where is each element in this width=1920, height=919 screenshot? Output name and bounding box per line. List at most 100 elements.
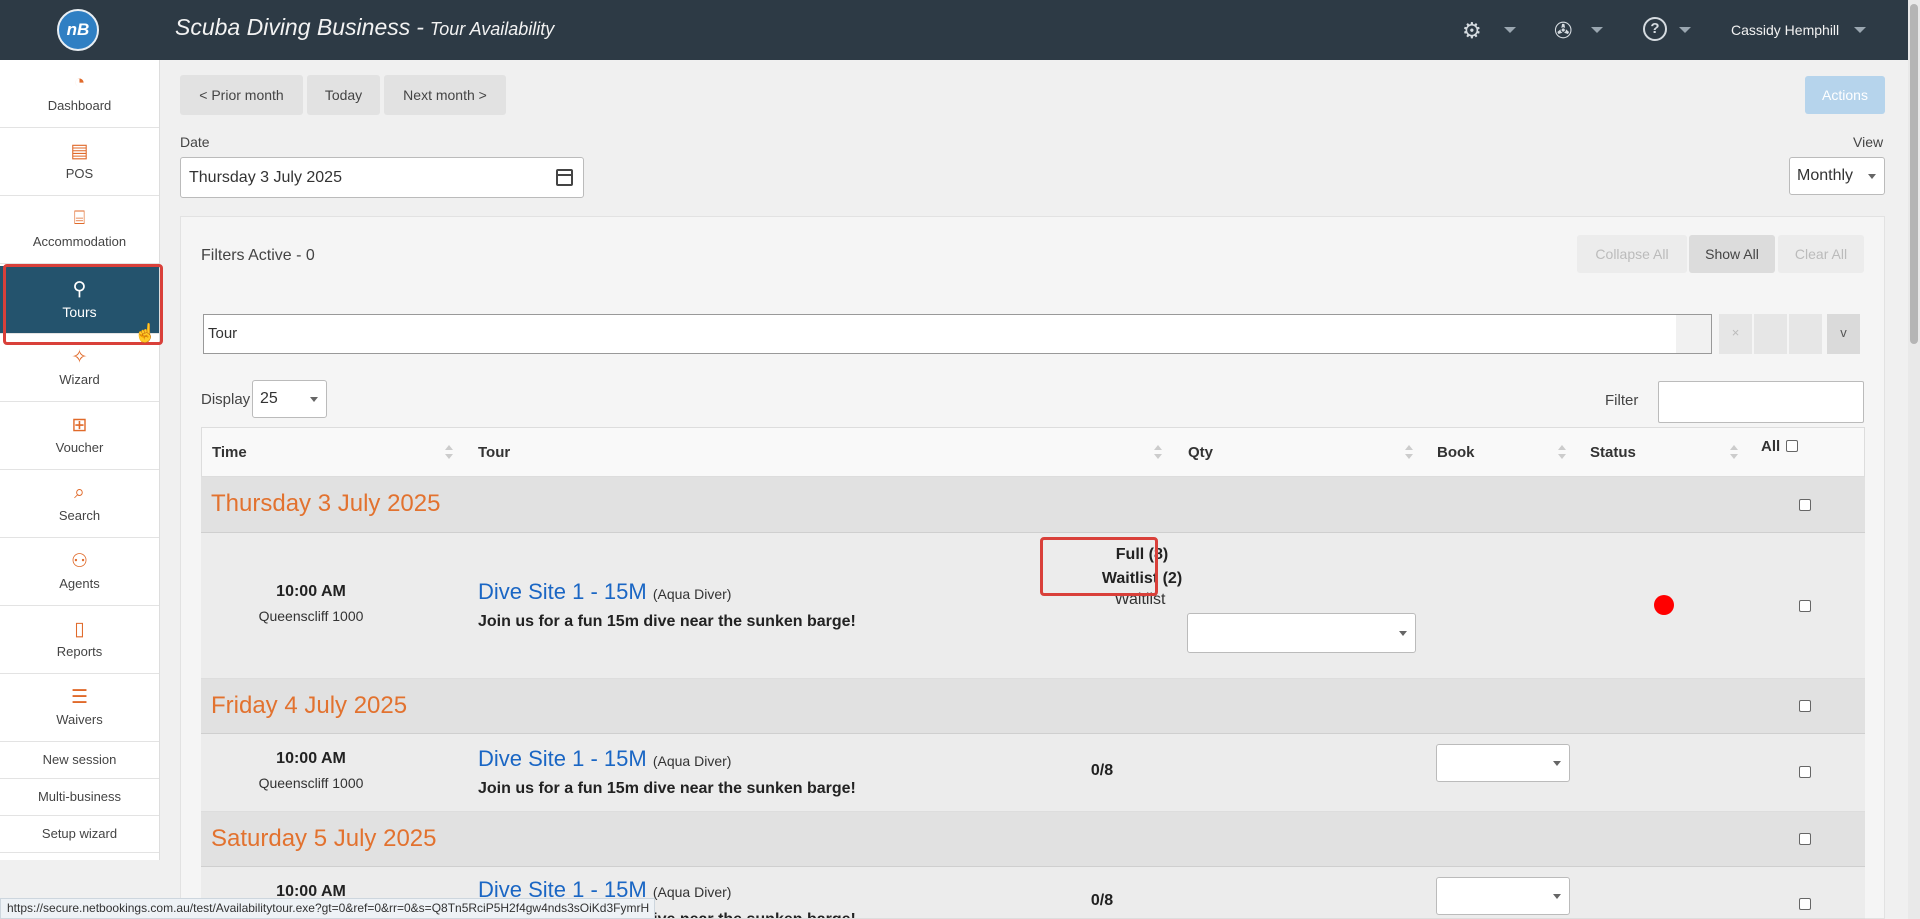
page-scrollbar[interactable]: [1908, 0, 1920, 919]
tour-name: Dive Site 1 - 15M: [478, 579, 647, 604]
filter-label: Filter: [1605, 392, 1639, 409]
row-select-checkbox[interactable]: [1799, 766, 1811, 778]
filter-dropdown-button[interactable]: v: [1827, 314, 1860, 354]
bed-icon: ⌸: [73, 208, 86, 229]
book-select[interactable]: [1436, 744, 1570, 782]
pointer-cursor-icon: ☝: [134, 323, 157, 343]
sort-icon[interactable]: [1405, 445, 1413, 459]
help-icon[interactable]: ?: [1643, 17, 1667, 41]
fan-icon[interactable]: ✇: [1554, 18, 1572, 44]
tour-filter-input[interactable]: Tour: [203, 314, 1712, 354]
select-all-checkbox[interactable]: [1786, 440, 1798, 452]
prior-month-button[interactable]: < Prior month: [180, 75, 303, 115]
filter-control-button[interactable]: [1789, 314, 1822, 354]
column-header-qty[interactable]: Qty: [1188, 444, 1213, 461]
sidebar-item-reports[interactable]: ▯ Reports: [0, 606, 159, 674]
chevron-down-icon: [1553, 761, 1561, 766]
column-header-tour[interactable]: Tour: [478, 444, 510, 461]
sidebar-item-agents[interactable]: ⚇ Agents: [0, 538, 159, 606]
chevron-down-icon[interactable]: [1854, 27, 1866, 33]
day-select-checkbox[interactable]: [1799, 700, 1811, 712]
day-select-checkbox[interactable]: [1799, 833, 1811, 845]
clear-filter-button[interactable]: ×: [1719, 314, 1752, 354]
search-input-end: [1676, 315, 1711, 353]
waitlist-select[interactable]: [1187, 613, 1416, 653]
collapse-all-button[interactable]: Collapse All: [1577, 235, 1687, 273]
tour-name: Dive Site 1 - 15M: [478, 746, 647, 771]
chevron-down-icon: [1868, 174, 1876, 179]
sort-icon[interactable]: [1558, 445, 1566, 459]
filter-control-button[interactable]: [1754, 314, 1787, 354]
app-logo[interactable]: nB: [57, 9, 99, 51]
document-icon: ▯: [74, 619, 85, 640]
search-icon: ⌕: [74, 482, 85, 503]
sidebar-item-accommodation[interactable]: ⌸ Accommodation: [0, 196, 159, 264]
user-menu[interactable]: Cassidy Hemphill: [1731, 22, 1839, 38]
app-title-text: Scuba Diving Business: [175, 14, 411, 40]
sidebar-item-search[interactable]: ⌕ Search: [0, 470, 159, 538]
calendar-icon[interactable]: [556, 169, 573, 186]
qty-value: 0/8: [1090, 762, 1114, 779]
setup-wizard-link[interactable]: Setup wizard: [0, 816, 159, 853]
sidebar-item-label: Search: [58, 508, 101, 523]
agents-icon: ⚇: [70, 551, 89, 572]
tour-subtitle: (Aqua Diver): [652, 586, 732, 602]
tour-time: 10:00 AM: [276, 583, 346, 600]
column-header-time[interactable]: Time: [212, 444, 247, 461]
page-title: Scuba Diving Business - Tour Availability: [175, 14, 554, 41]
next-month-button[interactable]: Next month >: [384, 75, 506, 115]
sidebar-item-waivers[interactable]: ☰ Waivers: [0, 674, 159, 742]
chevron-down-icon[interactable]: [1504, 27, 1516, 33]
day-select-checkbox[interactable]: [1799, 499, 1811, 511]
book-select[interactable]: [1436, 877, 1570, 915]
sort-icon[interactable]: [1730, 445, 1738, 459]
filter-input[interactable]: [1658, 381, 1864, 423]
date-input[interactable]: Thursday 3 July 2025: [180, 157, 584, 198]
tour-location: Queenscliff 1000: [258, 608, 364, 624]
sidebar-item-voucher[interactable]: ⊞ Voucher: [0, 402, 159, 470]
tour-time: 10:00 AM: [276, 750, 346, 767]
actions-button[interactable]: Actions: [1805, 76, 1885, 114]
column-header-book[interactable]: Book: [1437, 444, 1475, 461]
scrollbar-thumb[interactable]: [1910, 4, 1918, 344]
tour-name-link[interactable]: Dive Site 1 - 15M (Aqua Diver): [478, 746, 731, 772]
day-group-header[interactable]: Friday 4 July 2025: [201, 679, 1865, 734]
date-value: Thursday 3 July 2025: [189, 169, 342, 186]
magic-wand-icon: ✧: [71, 347, 88, 368]
view-select[interactable]: Monthly: [1789, 157, 1885, 195]
dashboard-icon: ◔: [73, 72, 86, 93]
highlight-qty: [1040, 537, 1158, 596]
sidebar-item-pos[interactable]: ▤ POS: [0, 128, 159, 196]
new-session-link[interactable]: New session: [0, 742, 159, 779]
tour-subtitle: (Aqua Diver): [652, 753, 732, 769]
chevron-down-icon: [1553, 894, 1561, 899]
day-title: Thursday 3 July 2025: [211, 490, 441, 517]
table-row: 10:00 AM Queenscliff 1000 Dive Site 1 - …: [201, 734, 1865, 812]
settings-gears-icon[interactable]: ⚙: [1462, 18, 1482, 44]
sidebar-item-label: Wizard: [59, 372, 100, 387]
sort-icon[interactable]: [1154, 445, 1162, 459]
sort-icon[interactable]: [445, 445, 453, 459]
multi-business-link[interactable]: Multi-business: [0, 779, 159, 816]
tour-description: Join us for a fun 15m dive near the sunk…: [478, 780, 856, 797]
filters-active-label: Filters Active - 0: [201, 247, 315, 264]
sidebar-item-label: POS: [65, 166, 94, 181]
row-select-checkbox[interactable]: [1799, 898, 1811, 910]
top-bar: nB Scuba Diving Business - Tour Availabili…: [0, 0, 1908, 60]
display-count-select[interactable]: 25: [252, 380, 327, 418]
view-value: Monthly: [1797, 167, 1854, 184]
qty-value: 0/8: [1090, 892, 1114, 909]
display-count-value: 25: [260, 390, 278, 407]
clear-all-button[interactable]: Clear All: [1778, 235, 1864, 273]
show-all-button[interactable]: Show All: [1689, 235, 1775, 273]
today-button[interactable]: Today: [307, 75, 380, 115]
day-group-header[interactable]: Thursday 3 July 2025: [201, 477, 1865, 533]
day-group-header[interactable]: Saturday 5 July 2025: [201, 812, 1865, 867]
row-select-checkbox[interactable]: [1799, 600, 1811, 612]
chevron-down-icon[interactable]: [1591, 27, 1603, 33]
tour-name-link[interactable]: Dive Site 1 - 15M (Aqua Diver): [478, 579, 731, 605]
chevron-down-icon[interactable]: [1679, 27, 1691, 33]
sidebar-item-label: Waivers: [56, 712, 103, 727]
sidebar-item-dashboard[interactable]: ◔ Dashboard: [0, 60, 159, 128]
column-header-status[interactable]: Status: [1590, 444, 1636, 461]
